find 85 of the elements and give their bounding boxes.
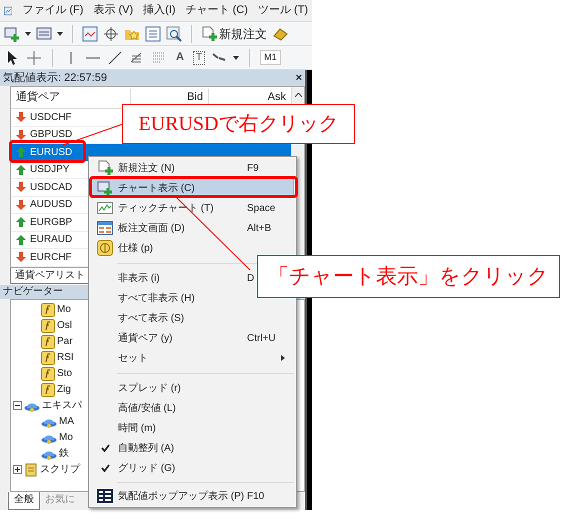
trend-line-icon[interactable] <box>107 50 123 66</box>
menu-item[interactable]: 板注文画面 (D) <box>118 220 185 236</box>
grid-icon <box>97 220 113 236</box>
menu-item[interactable]: すべて非表示 (H) <box>118 290 195 306</box>
menu-item[interactable]: ツール (T) <box>258 2 308 19</box>
shortcut-text: D <box>247 272 254 286</box>
symbol-name[interactable]: USDJPY <box>30 162 70 178</box>
list-icon[interactable] <box>145 26 161 42</box>
menu-item[interactable]: 通貨ペア (y) <box>118 330 172 346</box>
symbol-name[interactable]: AUDUSD <box>30 197 72 212</box>
tree-item[interactable]: Mo <box>59 430 73 445</box>
window-icon[interactable] <box>36 26 52 42</box>
tree-item[interactable]: Zig <box>57 382 71 397</box>
menu-item[interactable]: スプレッド (r) <box>118 380 181 396</box>
symbol-name[interactable]: EURUSD <box>30 144 72 160</box>
menu-item[interactable]: グリッド (G) <box>118 460 176 476</box>
tree-item[interactable]: MA <box>59 414 74 429</box>
tree-item[interactable]: Mo <box>57 302 71 317</box>
tab[interactable]: 通貨ペアリスト <box>10 268 90 284</box>
shortcut-text: Space <box>247 202 276 216</box>
panel-title: 気配値表示: 22:57:59 <box>3 70 107 86</box>
symbol-name[interactable]: EURCHF <box>30 250 72 265</box>
menu-item[interactable]: 時間 (m) <box>118 420 156 436</box>
menu-item[interactable]: ファイル (F) <box>22 2 84 19</box>
menu-item[interactable]: セット <box>118 350 148 366</box>
chart-icon[interactable] <box>82 26 98 42</box>
function-icon <box>41 382 55 396</box>
menu-item[interactable]: 挿入(I) <box>143 2 176 19</box>
function-icon <box>41 366 55 380</box>
shortcut-text: F10 <box>247 490 264 504</box>
close-button[interactable]: × <box>296 70 302 86</box>
menu-item[interactable]: すべて表示 (S) <box>118 310 184 326</box>
menu-item[interactable]: 仕様 (p) <box>118 240 153 256</box>
symbol-name[interactable]: USDCHF <box>30 110 72 125</box>
zoom-icon[interactable] <box>166 26 182 42</box>
tree-item[interactable]: Osl <box>57 318 72 333</box>
callout: 「チャート表示」をクリック <box>257 255 560 298</box>
menu-item[interactable]: 高値/安値 (L) <box>118 400 176 416</box>
function-icon <box>41 302 55 316</box>
text-tool[interactable]: A <box>173 49 187 66</box>
tree-item[interactable]: RSI <box>57 350 74 365</box>
new-order-button[interactable]: 新規注文 <box>201 24 267 42</box>
symbol-name[interactable]: EURGBP <box>30 214 72 230</box>
callout: EURUSDで右クリック <box>122 104 355 144</box>
menu-item[interactable]: 新規注文 (N) <box>118 160 175 176</box>
caret-icon[interactable] <box>25 32 31 36</box>
scroll-icon <box>24 462 38 476</box>
symbol-name[interactable]: GBPUSD <box>30 127 72 142</box>
timeframe-button[interactable]: M1 <box>260 50 281 66</box>
menu-item[interactable]: チャート (C) <box>186 2 248 19</box>
tree-item[interactable]: 鉄 <box>59 446 69 461</box>
menu-item[interactable]: 自動整列 (A) <box>118 440 174 456</box>
shortcut-text: F9 <box>247 162 259 176</box>
tree-item[interactable]: スクリプ <box>40 462 80 477</box>
tree-item[interactable]: エキスパ <box>42 398 82 413</box>
document-plus-icon <box>97 160 113 176</box>
symbol-name[interactable]: EURAUD <box>30 232 72 248</box>
table-icon <box>97 489 113 503</box>
tree-item[interactable]: Par <box>57 334 73 349</box>
expand-icon[interactable] <box>13 465 22 474</box>
shortcut-text: Ctrl+U <box>247 332 276 346</box>
new-chart-icon[interactable] <box>4 26 20 42</box>
function-icon <box>41 350 55 364</box>
crosshair-icon[interactable] <box>26 50 42 66</box>
caret-icon[interactable] <box>233 56 240 60</box>
caret-icon[interactable] <box>57 32 63 36</box>
crosshair-icon[interactable] <box>103 26 119 42</box>
collapse-icon[interactable] <box>13 401 22 410</box>
menu-item[interactable]: 気配値ポップアップ表示 (P) <box>118 488 244 504</box>
tab[interactable]: 全般 <box>8 492 40 510</box>
tree-item[interactable]: Sto <box>57 366 72 381</box>
fan-icon[interactable] <box>151 50 167 66</box>
tick-chart-icon <box>97 201 113 215</box>
column-header[interactable]: Ask <box>209 89 291 106</box>
chart-plus-icon <box>97 180 113 196</box>
symbol-name[interactable]: USDCAD <box>30 180 72 195</box>
document-plus-icon <box>201 26 217 42</box>
scroll-up-icon[interactable] <box>294 93 302 97</box>
menu-item[interactable]: 表示 (V) <box>93 2 134 19</box>
function-icon <box>41 318 55 332</box>
panel-title: ナビゲーター <box>3 285 63 299</box>
shortcut-text: Alt+B <box>247 222 272 236</box>
menu-item[interactable]: 非表示 (i) <box>118 270 160 286</box>
label-tool[interactable]: T <box>193 50 206 64</box>
function-icon <box>41 334 55 348</box>
